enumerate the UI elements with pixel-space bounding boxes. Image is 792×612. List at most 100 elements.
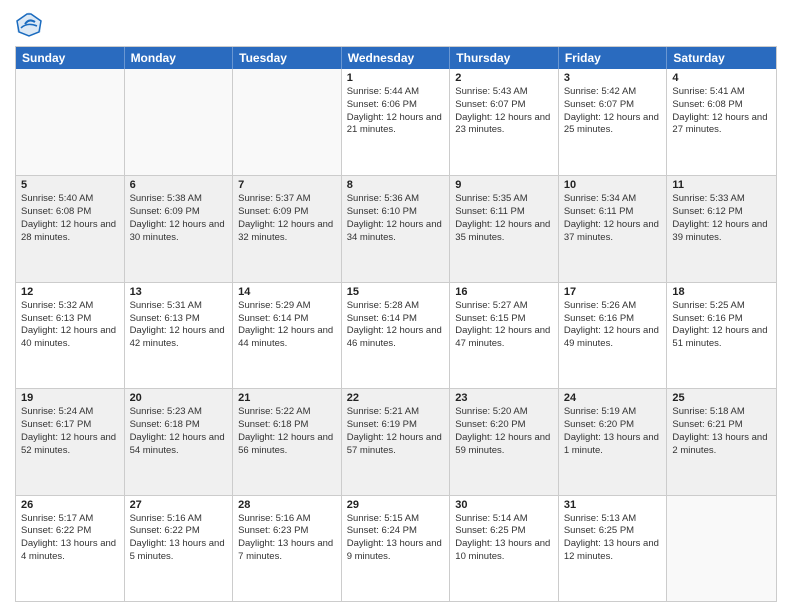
- cell-info: Sunrise: 5:26 AMSunset: 6:16 PMDaylight:…: [564, 300, 662, 351]
- calendar-cell: 21 Sunrise: 5:22 AMSunset: 6:18 PMDayligh…: [233, 389, 342, 494]
- day-number: 4: [672, 72, 771, 84]
- calendar-body: 1Sunrise: 5:44 AMSunset: 6:06 PMDaylight…: [16, 69, 776, 601]
- calendar-cell: 5 Sunrise: 5:40 AMSunset: 6:08 PMDaylight…: [16, 176, 125, 281]
- cell-info: Sunrise: 5:40 AMSunset: 6:08 PMDaylight:…: [21, 193, 119, 244]
- day-number: 18: [672, 286, 771, 298]
- day-number: 21: [238, 392, 336, 404]
- day-number: 1: [347, 72, 445, 84]
- day-number: 15: [347, 286, 445, 298]
- calendar-cell: 13Sunrise: 5:31 AMSunset: 6:13 PMDayligh…: [125, 283, 234, 388]
- weekday-header-saturday: Saturday: [667, 47, 776, 69]
- calendar-cell: 1Sunrise: 5:44 AMSunset: 6:06 PMDaylight…: [342, 69, 451, 175]
- day-number: 8: [347, 179, 445, 191]
- calendar-cell: 20 Sunrise: 5:23 AMSunset: 6:18 PMDayligh…: [125, 389, 234, 494]
- cell-info: Sunrise: 5:14 AMSunset: 6:25 PMDaylight:…: [455, 513, 553, 564]
- calendar-cell: [125, 69, 234, 175]
- cell-info: Sunrise: 5:23 AMSunset: 6:18 PMDaylight:…: [130, 406, 228, 457]
- day-number: 19: [21, 392, 119, 404]
- cell-info: Sunrise: 5:17 AMSunset: 6:22 PMDaylight:…: [21, 513, 119, 564]
- cell-info: Sunrise: 5:27 AMSunset: 6:15 PMDaylight:…: [455, 300, 553, 351]
- calendar-cell: 17 Sunrise: 5:26 AMSunset: 6:16 PMDayligh…: [559, 283, 668, 388]
- day-number: 28: [238, 499, 336, 511]
- day-number: 20: [130, 392, 228, 404]
- cell-info: Sunrise: 5:36 AMSunset: 6:10 PMDaylight:…: [347, 193, 445, 244]
- cell-info: Sunrise: 5:13 AMSunset: 6:25 PMDaylight:…: [564, 513, 662, 564]
- day-number: 6: [130, 179, 228, 191]
- day-number: 30: [455, 499, 553, 511]
- calendar-cell: 30 Sunrise: 5:14 AMSunset: 6:25 PMDayligh…: [450, 496, 559, 601]
- day-number: 7: [238, 179, 336, 191]
- calendar-cell: 28 Sunrise: 5:16 AMSunset: 6:23 PMDayligh…: [233, 496, 342, 601]
- cell-info: Sunrise: 5:18 AMSunset: 6:21 PMDaylight:…: [672, 406, 771, 457]
- calendar-cell: 11 Sunrise: 5:33 AMSunset: 6:12 PMDayligh…: [667, 176, 776, 281]
- calendar-cell: 24 Sunrise: 5:19 AMSunset: 6:20 PMDayligh…: [559, 389, 668, 494]
- cell-info: Sunrise: 5:32 AMSunset: 6:13 PMDaylight:…: [21, 300, 119, 351]
- cell-info: Sunrise: 5:34 AMSunset: 6:11 PMDaylight:…: [564, 193, 662, 244]
- cell-info: Sunrise: 5:16 AMSunset: 6:22 PMDaylight:…: [130, 513, 228, 564]
- day-number: 27: [130, 499, 228, 511]
- calendar-cell: 25Sunrise: 5:18 AMSunset: 6:21 PMDayligh…: [667, 389, 776, 494]
- calendar-cell: 4Sunrise: 5:41 AMSunset: 6:08 PMDaylight…: [667, 69, 776, 175]
- calendar-cell: 10 Sunrise: 5:34 AMSunset: 6:11 PMDayligh…: [559, 176, 668, 281]
- cell-info: Sunrise: 5:28 AMSunset: 6:14 PMDaylight:…: [347, 300, 445, 351]
- day-number: 14: [238, 286, 336, 298]
- calendar-cell: 22 Sunrise: 5:21 AMSunset: 6:19 PMDayligh…: [342, 389, 451, 494]
- cell-info: Sunrise: 5:16 AMSunset: 6:23 PMDaylight:…: [238, 513, 336, 564]
- calendar-cell: 9 Sunrise: 5:35 AMSunset: 6:11 PMDaylight…: [450, 176, 559, 281]
- calendar-row-3: 12Sunrise: 5:32 AMSunset: 6:13 PMDayligh…: [16, 282, 776, 388]
- day-number: 11: [672, 179, 771, 191]
- calendar-cell: 27 Sunrise: 5:16 AMSunset: 6:22 PMDayligh…: [125, 496, 234, 601]
- day-number: 13: [130, 286, 228, 298]
- cell-info: Sunrise: 5:20 AMSunset: 6:20 PMDaylight:…: [455, 406, 553, 457]
- calendar-cell: 29Sunrise: 5:15 AMSunset: 6:24 PMDayligh…: [342, 496, 451, 601]
- page-header: [15, 10, 777, 38]
- cell-info: Sunrise: 5:19 AMSunset: 6:20 PMDaylight:…: [564, 406, 662, 457]
- cell-info: Sunrise: 5:29 AMSunset: 6:14 PMDaylight:…: [238, 300, 336, 351]
- cell-info: Sunrise: 5:35 AMSunset: 6:11 PMDaylight:…: [455, 193, 553, 244]
- day-number: 5: [21, 179, 119, 191]
- calendar-cell: 14 Sunrise: 5:29 AMSunset: 6:14 PMDayligh…: [233, 283, 342, 388]
- calendar-cell: 12Sunrise: 5:32 AMSunset: 6:13 PMDayligh…: [16, 283, 125, 388]
- logo: [15, 10, 47, 38]
- calendar-cell: 3Sunrise: 5:42 AMSunset: 6:07 PMDaylight…: [559, 69, 668, 175]
- cell-info: Sunrise: 5:42 AMSunset: 6:07 PMDaylight:…: [564, 86, 662, 137]
- calendar-cell: 18 Sunrise: 5:25 AMSunset: 6:16 PMDayligh…: [667, 283, 776, 388]
- cell-info: Sunrise: 5:43 AMSunset: 6:07 PMDaylight:…: [455, 86, 553, 137]
- calendar-cell: 7Sunrise: 5:37 AMSunset: 6:09 PMDaylight…: [233, 176, 342, 281]
- day-number: 26: [21, 499, 119, 511]
- calendar-cell: [233, 69, 342, 175]
- calendar-cell: 23 Sunrise: 5:20 AMSunset: 6:20 PMDayligh…: [450, 389, 559, 494]
- day-number: 22: [347, 392, 445, 404]
- calendar-cell: [16, 69, 125, 175]
- day-number: 10: [564, 179, 662, 191]
- calendar-cell: 6Sunrise: 5:38 AMSunset: 6:09 PMDaylight…: [125, 176, 234, 281]
- weekday-header-wednesday: Wednesday: [342, 47, 451, 69]
- day-number: 9: [455, 179, 553, 191]
- weekday-header-thursday: Thursday: [450, 47, 559, 69]
- calendar-cell: 19 Sunrise: 5:24 AMSunset: 6:17 PMDayligh…: [16, 389, 125, 494]
- calendar-row-4: 19 Sunrise: 5:24 AMSunset: 6:17 PMDayligh…: [16, 388, 776, 494]
- calendar: SundayMondayTuesdayWednesdayThursdayFrid…: [15, 46, 777, 602]
- calendar-cell: 16Sunrise: 5:27 AMSunset: 6:15 PMDayligh…: [450, 283, 559, 388]
- weekday-header-friday: Friday: [559, 47, 668, 69]
- calendar-cell: 15 Sunrise: 5:28 AMSunset: 6:14 PMDayligh…: [342, 283, 451, 388]
- cell-info: Sunrise: 5:22 AMSunset: 6:18 PMDaylight:…: [238, 406, 336, 457]
- cell-info: Sunrise: 5:24 AMSunset: 6:17 PMDaylight:…: [21, 406, 119, 457]
- day-number: 24: [564, 392, 662, 404]
- day-number: 23: [455, 392, 553, 404]
- calendar-cell: 8 Sunrise: 5:36 AMSunset: 6:10 PMDaylight…: [342, 176, 451, 281]
- calendar-cell: [667, 496, 776, 601]
- calendar-page: SundayMondayTuesdayWednesdayThursdayFrid…: [0, 0, 792, 612]
- calendar-row-2: 5 Sunrise: 5:40 AMSunset: 6:08 PMDaylight…: [16, 175, 776, 281]
- cell-info: Sunrise: 5:21 AMSunset: 6:19 PMDaylight:…: [347, 406, 445, 457]
- weekday-header-monday: Monday: [125, 47, 234, 69]
- cell-info: Sunrise: 5:25 AMSunset: 6:16 PMDaylight:…: [672, 300, 771, 351]
- weekday-header-sunday: Sunday: [16, 47, 125, 69]
- calendar-cell: 2 Sunrise: 5:43 AMSunset: 6:07 PMDaylight…: [450, 69, 559, 175]
- calendar-cell: 26 Sunrise: 5:17 AMSunset: 6:22 PMDayligh…: [16, 496, 125, 601]
- day-number: 17: [564, 286, 662, 298]
- cell-info: Sunrise: 5:33 AMSunset: 6:12 PMDaylight:…: [672, 193, 771, 244]
- day-number: 29: [347, 499, 445, 511]
- day-number: 2: [455, 72, 553, 84]
- day-number: 31: [564, 499, 662, 511]
